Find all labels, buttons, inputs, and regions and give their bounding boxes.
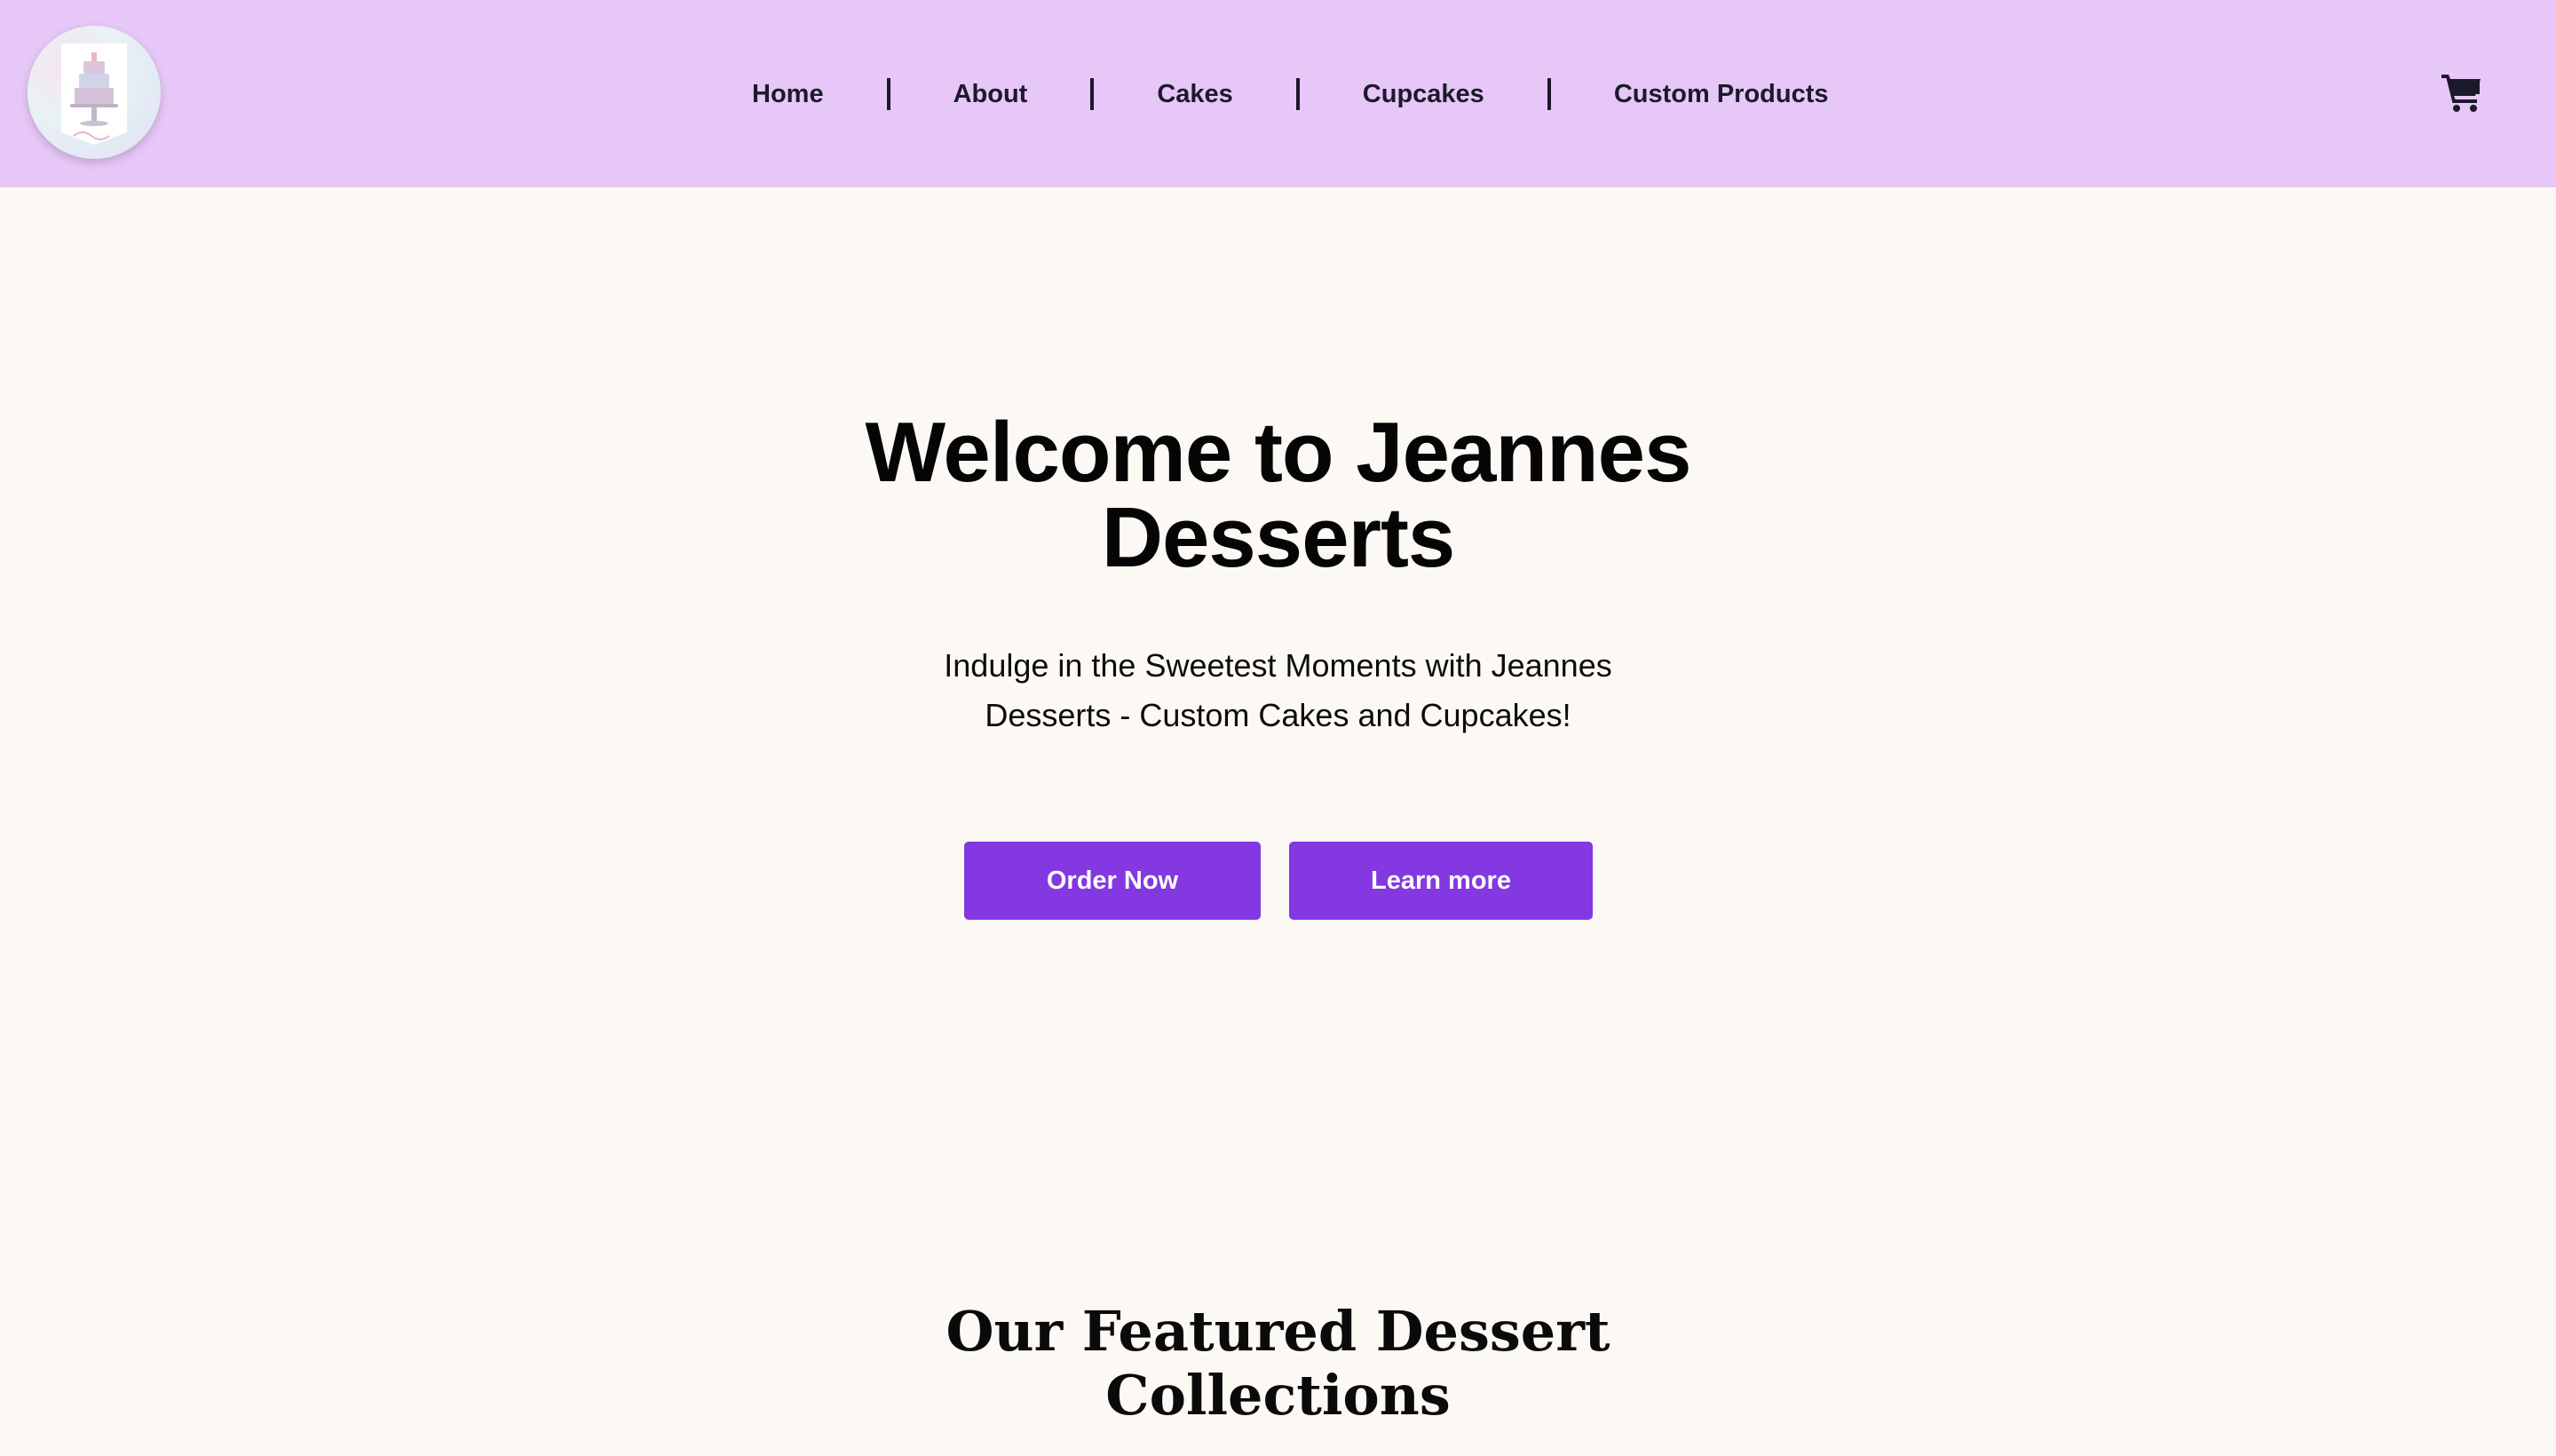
site-header: Home About Cakes Cupcakes Custom Product… xyxy=(0,0,2556,187)
hero-title-line: Welcome to Jeannes xyxy=(865,405,1692,500)
hero-subtitle-line: Desserts - Custom Cakes and Cupcakes! xyxy=(985,697,1571,733)
nav-cupcakes[interactable]: Cupcakes xyxy=(1300,80,1547,109)
hero-title: Welcome to Jeannes Desserts xyxy=(0,410,2556,581)
hero-subtitle-line: Indulge in the Sweetest Moments with Jea… xyxy=(944,647,1612,684)
nav-about[interactable]: About xyxy=(890,80,1091,109)
order-now-button[interactable]: Order Now xyxy=(964,842,1261,920)
cart-icon[interactable] xyxy=(2440,69,2484,114)
nav-home[interactable]: Home xyxy=(710,80,887,109)
featured-title-line: Our Featured Dessert xyxy=(946,1299,1610,1364)
featured-title-line: Collections xyxy=(1105,1363,1451,1428)
cake-logo-icon[interactable] xyxy=(28,26,161,159)
nav-custom-products[interactable]: Custom Products xyxy=(1551,80,1892,109)
learn-more-button[interactable]: Learn more xyxy=(1289,842,1593,920)
nav-cakes[interactable]: Cakes xyxy=(1094,80,1295,109)
featured-section-title: Our Featured Dessert Collections xyxy=(0,1300,2556,1428)
hero-title-line: Desserts xyxy=(1101,490,1456,585)
hero-subtitle: Indulge in the Sweetest Moments with Jea… xyxy=(0,641,2556,740)
main-nav: Home About Cakes Cupcakes Custom Product… xyxy=(710,67,1892,121)
